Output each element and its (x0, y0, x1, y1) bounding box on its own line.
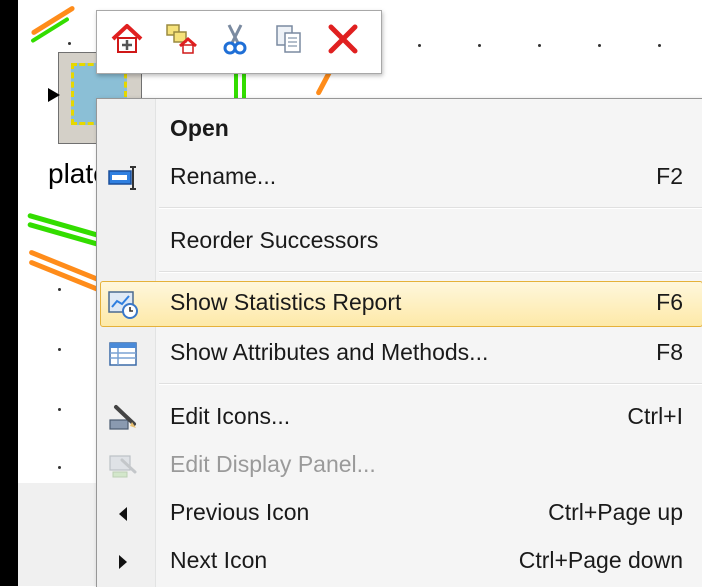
menu-separator (159, 383, 702, 385)
left-window-border (0, 0, 18, 586)
connector-line[interactable] (242, 72, 246, 100)
menu-item-shortcut: F2 (656, 163, 683, 189)
grid-dot (598, 44, 601, 47)
canvas-status-area (18, 483, 96, 586)
menu-item-shortcut: Ctrl+I (627, 403, 683, 429)
menu-item-label: Rename... (170, 163, 277, 189)
grid-dot (478, 44, 481, 47)
mini-toolbar (96, 10, 382, 74)
open-location-button[interactable] (105, 21, 149, 61)
menu-item-show-attributes-and-methods[interactable]: Show Attributes and Methods... F8 (97, 331, 702, 377)
menu-item-edit-icons[interactable]: Edit Icons... Ctrl+I (97, 395, 702, 441)
menu-item-shortcut: F8 (656, 339, 683, 365)
red-x-icon (326, 22, 360, 60)
menu-item-edit-display-panel[interactable]: Edit Display Panel... (97, 443, 702, 489)
menu-item-label: Next Icon (170, 547, 268, 573)
menu-item-shortcut: F6 (656, 289, 683, 315)
grid-dot (538, 44, 541, 47)
grid-dot (58, 408, 61, 411)
menu-item-previous-icon[interactable]: Previous Icon Ctrl+Page up (97, 491, 702, 537)
entry-arrow-icon (48, 88, 60, 102)
display-panel-icon (106, 450, 140, 482)
menu-item-label: Reorder Successors (170, 227, 379, 253)
grid-dot (418, 44, 421, 47)
menu-item-shortcut: Ctrl+Page up (548, 499, 683, 525)
copy-button[interactable] (267, 21, 311, 61)
menu-item-label: Show Statistics Report (170, 289, 402, 315)
copy-icon (272, 22, 306, 60)
grid-dot (658, 44, 661, 47)
menu-item-rename[interactable]: Rename... F2 (97, 155, 702, 201)
triangle-right-icon (106, 546, 140, 578)
grid-dot (58, 466, 61, 469)
triangle-left-icon (106, 498, 140, 530)
edit-icons-icon (106, 402, 140, 434)
context-menu: Open Rename... F2 Reorder Successors Sho… (96, 98, 702, 587)
open-in-new-window-button[interactable] (159, 21, 203, 61)
rename-icon (106, 162, 140, 194)
scissors-icon (218, 22, 252, 60)
house-frames-icon (164, 22, 198, 60)
grid-dot (58, 348, 61, 351)
menu-separator (159, 271, 702, 273)
menu-item-show-statistics-report[interactable]: Show Statistics Report F6 (100, 281, 702, 327)
grid-dot (68, 42, 71, 45)
menu-item-next-icon[interactable]: Next Icon Ctrl+Page down (97, 539, 702, 585)
house-open-icon (110, 22, 144, 60)
menu-item-label: Edit Icons... (170, 403, 291, 429)
connector-line[interactable] (234, 72, 238, 100)
grid-dot (58, 288, 61, 291)
menu-item-label: Open (170, 115, 229, 141)
menu-item-open[interactable]: Open (97, 107, 702, 153)
cut-button[interactable] (213, 21, 257, 61)
menu-item-shortcut: Ctrl+Page down (518, 547, 683, 573)
statistics-report-icon (106, 288, 140, 320)
menu-item-reorder-successors[interactable]: Reorder Successors (97, 219, 702, 265)
menu-separator (159, 207, 702, 209)
menu-item-label: Show Attributes and Methods... (170, 339, 489, 365)
menu-item-label: Edit Display Panel... (170, 451, 376, 477)
menu-item-label: Previous Icon (170, 499, 310, 525)
delete-button[interactable] (321, 21, 365, 61)
attributes-table-icon (106, 338, 140, 370)
